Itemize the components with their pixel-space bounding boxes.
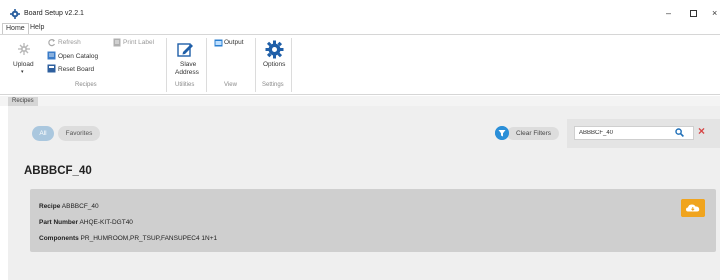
search-icon[interactable] — [675, 128, 684, 137]
view-group-label: View — [224, 82, 237, 88]
minimize-button[interactable]: – — [666, 8, 671, 18]
title-bar — [0, 0, 720, 22]
part-number-line: Part Number AHQE-KIT-DGT40 — [39, 219, 133, 226]
components-value: PR_HUMROOM,PR_TSUP,FANSUPEC4 1N+1 — [80, 235, 218, 242]
output-button[interactable]: Output — [224, 39, 244, 46]
menu-help[interactable]: Help — [30, 24, 44, 31]
ribbon-separator — [291, 38, 292, 92]
refresh-button[interactable]: Refresh — [58, 39, 81, 46]
components-line: Components PR_HUMROOM,PR_TSUP,FANSUPEC4 … — [39, 235, 217, 242]
ribbon-separator — [166, 38, 167, 92]
menu-home[interactable]: Home — [2, 23, 29, 34]
recipes-group-label: Recipes — [75, 82, 97, 88]
menu-bar — [0, 22, 720, 34]
recipe-value: ABBBCF_40 — [61, 203, 99, 210]
output-icon — [214, 39, 223, 47]
upload-icon — [18, 43, 30, 55]
components-label: Components — [39, 235, 79, 242]
filter-all-pill[interactable]: All — [32, 126, 54, 141]
ribbon — [0, 34, 720, 95]
filter-favorites-pill[interactable]: Favorites — [58, 126, 100, 141]
part-number-value: AHQE-KIT-DGT40 — [79, 219, 133, 226]
slave-address-line1[interactable]: Slave — [180, 61, 196, 68]
open-catalog-button[interactable]: Open Catalog — [58, 53, 98, 60]
restore-button[interactable] — [690, 10, 697, 17]
settings-group-label: Settings — [262, 82, 284, 88]
gear-icon — [265, 40, 284, 59]
options-button[interactable]: Options — [263, 61, 285, 68]
tab-strip — [0, 96, 720, 106]
window-title: Board Setup v2.2.1 — [24, 10, 84, 17]
printer-icon — [113, 38, 121, 47]
recipe-label: Recipe — [39, 203, 61, 210]
part-number-label: Part Number — [39, 219, 79, 226]
ribbon-separator — [206, 38, 207, 92]
recipe-group-title: ABBBCF_40 — [24, 165, 92, 177]
recipe-line: Recipe ABBBCF_40 — [39, 203, 99, 210]
gear-icon — [10, 9, 20, 19]
edit-icon — [177, 43, 193, 57]
upload-dropdown[interactable]: ▾ — [21, 69, 24, 75]
catalog-icon — [47, 51, 56, 60]
clear-filters-button[interactable]: Clear Filters — [507, 127, 559, 140]
slave-address-line2[interactable]: Address — [175, 69, 199, 76]
upload-button[interactable]: Upload — [13, 61, 34, 68]
close-window-button[interactable]: × — [712, 8, 717, 18]
print-label-button[interactable]: Print Label — [123, 39, 154, 46]
refresh-icon — [48, 39, 56, 47]
ribbon-separator — [255, 38, 256, 92]
reset-icon — [47, 64, 56, 73]
filter-icon[interactable] — [495, 126, 509, 140]
cloud-download-icon[interactable] — [681, 199, 705, 217]
utilities-group-label: Utilities — [175, 82, 195, 88]
reset-board-button[interactable]: Reset Board — [58, 66, 94, 73]
close-icon[interactable]: × — [698, 125, 705, 137]
